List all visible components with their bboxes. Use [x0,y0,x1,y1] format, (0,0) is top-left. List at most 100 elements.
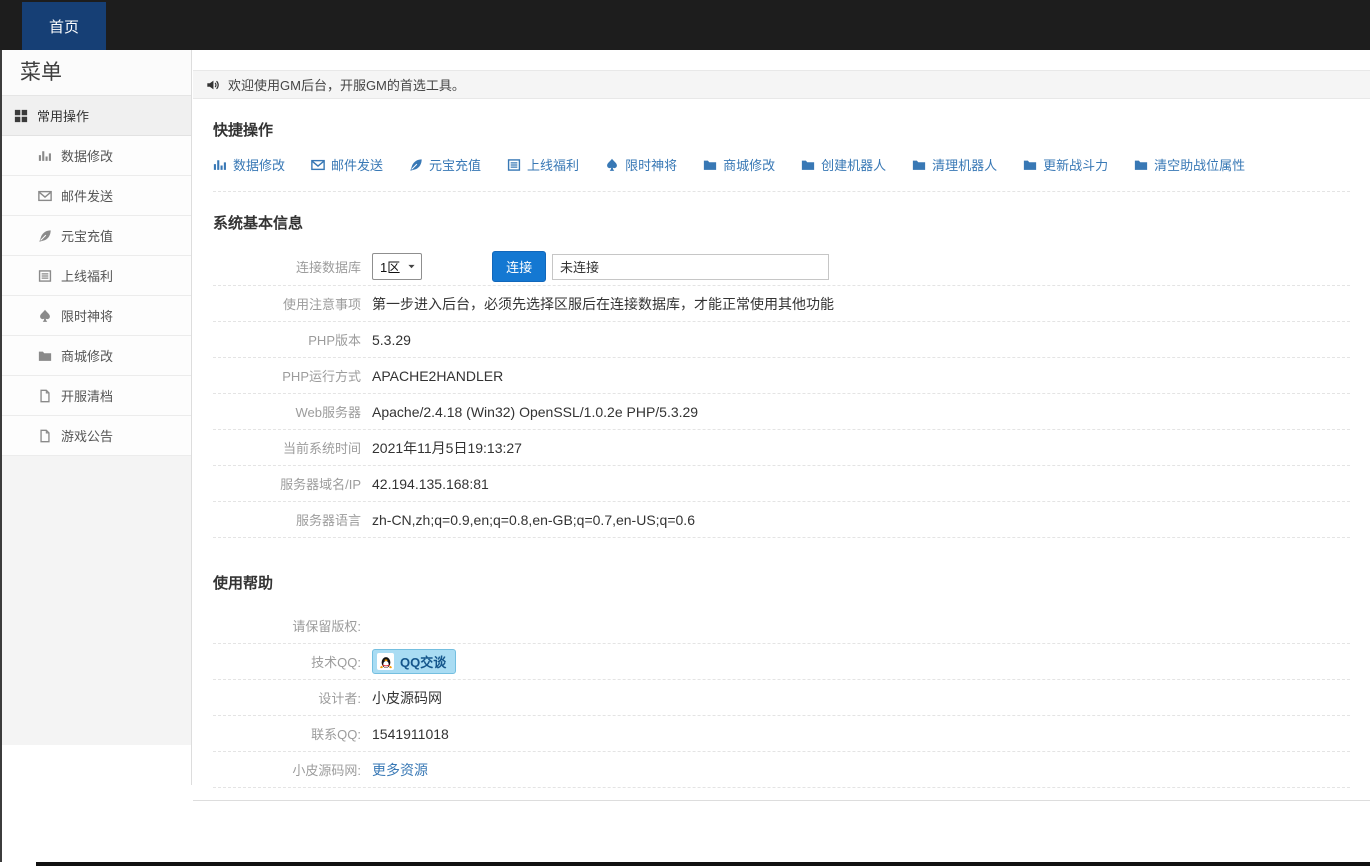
quick-link-label: 商城修改 [723,155,775,174]
sidebar-item-label: 数据修改 [61,146,113,165]
info-row-value: APACHE2HANDLER [372,368,503,384]
welcome-text: 欢迎使用GM后台，开服GM的首选工具。 [228,75,465,94]
connect-button[interactable]: 连接 [492,251,546,282]
quick-link-label: 限时神将 [625,155,677,174]
spade-icon [605,158,619,172]
sidebar: 菜单 常用操作 数据修改 邮件发送 元宝充值 上线福利 限时神将 商城修改 开服… [0,50,192,785]
sidebar-item-label: 上线福利 [61,266,113,285]
help-row: 技术QQ: QQ交谈 [213,644,1350,680]
info-row-value: 2021年11月5日19:13:27 [372,438,522,458]
quick-link[interactable]: 元宝充值 [409,155,481,174]
content-panel: 快捷操作 数据修改 邮件发送 元宝充值 上线福利 限时神将 商城修改 创建机器人… [193,119,1370,801]
sidebar-item-label: 开服清档 [61,386,113,405]
info-row-label: PHP运行方式 [213,366,361,385]
window-left-edge [0,50,2,862]
tab-home[interactable]: 首页 [22,2,106,50]
sidebar-item-label: 元宝充值 [61,226,113,245]
sidebar-item[interactable]: 邮件发送 [0,176,191,216]
info-row-value: 5.3.29 [372,332,411,348]
folder-icon [1134,158,1148,172]
info-row-value: 第一步进入后台，必须先选择区服后在连接数据库，才能正常使用其他功能 [372,294,834,314]
quill-icon [409,158,423,172]
sidebar-item-label: 限时神将 [61,306,113,325]
spade-icon [38,309,52,323]
info-row-label: 使用注意事项 [213,294,361,313]
help-rows: 请保留版权: 技术QQ: QQ交谈 设计者: 小皮源码网 联系QQ: 15419… [213,608,1350,788]
quick-link[interactable]: 更新战斗力 [1023,155,1108,174]
quick-link-label: 清空助战位属性 [1154,155,1245,174]
info-row: 当前系统时间 2021年11月5日19:13:27 [213,430,1350,466]
sidebar-item-label: 商城修改 [61,346,113,365]
info-row: PHP运行方式 APACHE2HANDLER [213,358,1350,394]
file-icon [38,429,52,443]
help-row-value: 小皮源码网 [372,690,442,706]
qq-chat-button[interactable]: QQ交谈 [372,649,456,674]
quick-link[interactable]: 限时神将 [605,155,677,174]
quick-link-label: 更新战斗力 [1043,155,1108,174]
info-row-label: PHP版本 [213,330,361,349]
info-row: 服务器语言 zh-CN,zh;q=0.9,en;q=0.8,en-GB;q=0.… [213,502,1350,538]
quick-link-label: 数据修改 [233,155,285,174]
connect-status-input[interactable] [552,254,829,280]
info-row: 服务器域名/IP 42.194.135.168:81 [213,466,1350,502]
sidebar-item[interactable]: 限时神将 [0,296,191,336]
sidebar-item[interactable]: 元宝充值 [0,216,191,256]
help-row: 小皮源码网: 更多资源 [213,752,1350,788]
quick-link[interactable]: 创建机器人 [801,155,886,174]
quick-link[interactable]: 数据修改 [213,155,285,174]
info-row: 使用注意事项 第一步进入后台，必须先选择区服后在连接数据库，才能正常使用其他功能 [213,286,1350,322]
chart-bar-icon [38,149,52,163]
quick-links-row: 数据修改 邮件发送 元宝充值 上线福利 限时神将 商城修改 创建机器人 清理机器… [213,155,1350,192]
folder-icon [912,158,926,172]
connect-db-controls: 1区 连接 [372,251,829,282]
chart-bar-icon [213,158,227,172]
top-bar: 首页 [0,0,1370,50]
sidebar-group-common-ops[interactable]: 常用操作 [0,96,191,136]
window-bottom-edge [36,862,1370,866]
more-resources-link[interactable]: 更多资源 [372,762,428,778]
sidebar-item[interactable]: 游戏公告 [0,416,191,456]
sidebar-item[interactable]: 上线福利 [0,256,191,296]
envelope-icon [311,158,325,172]
sidebar-group-label: 常用操作 [37,106,89,125]
info-row: Web服务器 Apache/2.4.18 (Win32) OpenSSL/1.0… [213,394,1350,430]
qq-chat-label: QQ交谈 [400,652,446,671]
sidebar-filler [0,456,191,745]
main-area: 欢迎使用GM后台，开服GM的首选工具。 快捷操作 数据修改 邮件发送 元宝充值 … [193,50,1370,801]
quick-link[interactable]: 商城修改 [703,155,775,174]
qq-penguin-icon [377,653,394,670]
sidebar-item[interactable]: 开服清档 [0,376,191,416]
quick-link[interactable]: 上线福利 [507,155,579,174]
help-row: 设计者: 小皮源码网 [213,680,1350,716]
list-icon [507,158,521,172]
sidebar-item[interactable]: 商城修改 [0,336,191,376]
quick-link-label: 邮件发送 [331,155,383,174]
speaker-icon [206,78,220,92]
folder-icon [703,158,717,172]
folder-icon [38,349,52,363]
zone-select[interactable]: 1区 [372,253,422,280]
quick-link[interactable]: 清理机器人 [912,155,997,174]
quick-link-label: 元宝充值 [429,155,481,174]
file-icon [38,389,52,403]
folder-icon [1023,158,1037,172]
help-title: 使用帮助 [213,572,1350,593]
connect-db-row: 连接数据库 1区 连接 [213,248,1350,286]
quick-link[interactable]: 清空助战位属性 [1134,155,1245,174]
help-row-label: 请保留版权: [213,616,361,635]
grid-icon [14,109,28,123]
info-row: PHP版本 5.3.29 [213,322,1350,358]
help-row-label: 设计者: [213,688,361,707]
info-row-value: 42.194.135.168:81 [372,476,489,492]
help-row: 请保留版权: [213,608,1350,644]
help-row: 联系QQ: 1541911018 [213,716,1350,752]
sidebar-item[interactable]: 数据修改 [0,136,191,176]
quick-link[interactable]: 邮件发送 [311,155,383,174]
quick-link-label: 清理机器人 [932,155,997,174]
help-row-label: 技术QQ: [213,652,361,671]
folder-icon [801,158,815,172]
info-row-label: 服务器语言 [213,510,361,529]
help-row-label: 小皮源码网: [213,760,361,779]
sidebar-item-label: 游戏公告 [61,426,113,445]
info-row-value: zh-CN,zh;q=0.9,en;q=0.8,en-GB;q=0.7,en-U… [372,512,695,528]
